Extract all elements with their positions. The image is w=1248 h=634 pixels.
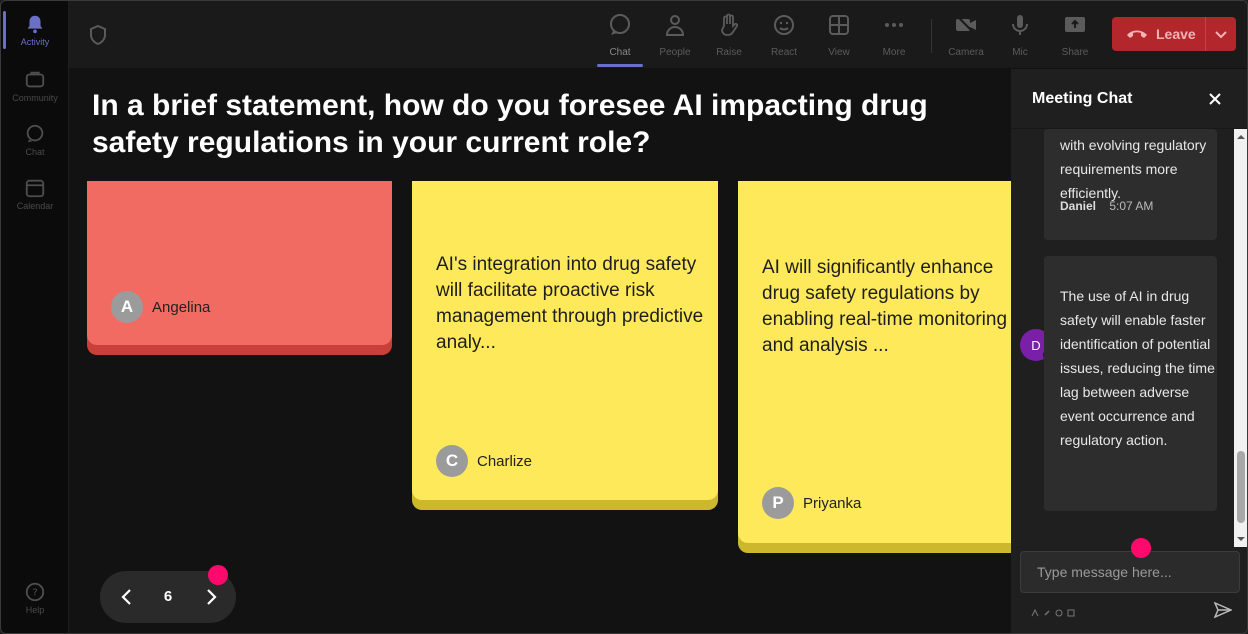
chat-button[interactable]: Chat: [595, 13, 645, 67]
rail-item-chat[interactable]: Chat: [1, 115, 69, 165]
chat-icon: [610, 14, 630, 35]
note-author: C Charlize: [436, 445, 532, 477]
camera-label: Camera: [948, 47, 984, 58]
bell-icon: [27, 15, 43, 34]
react-button[interactable]: React: [759, 13, 809, 63]
rail-item-label: Chat: [25, 147, 45, 157]
rail-item-label: Community: [12, 93, 58, 103]
view-button[interactable]: View: [814, 13, 864, 63]
people-label: People: [659, 47, 691, 58]
rail-item-activity[interactable]: Activity: [1, 5, 69, 55]
emoji-icon[interactable]: [1055, 604, 1063, 617]
close-icon[interactable]: [1207, 91, 1223, 107]
hand-icon: [721, 13, 739, 36]
chat-message-bubble: with evolving regulatory requirements mo…: [1044, 129, 1217, 240]
chevron-right-icon[interactable]: [200, 585, 222, 609]
share-label: Share: [1061, 47, 1089, 58]
help-icon: ?: [25, 582, 45, 602]
community-icon: [25, 71, 45, 88]
scroll-up-icon[interactable]: [1237, 133, 1245, 141]
chat-messages[interactable]: with evolving regulatory requirements mo…: [1011, 129, 1247, 547]
shield-icon[interactable]: [89, 25, 107, 45]
pointer-marker: [1131, 538, 1151, 558]
leave-label: Leave: [1156, 26, 1196, 42]
chevron-down-icon[interactable]: [1214, 27, 1228, 41]
leave-button[interactable]: Leave: [1112, 17, 1236, 51]
send-icon[interactable]: [1214, 601, 1232, 619]
raise-label: Raise: [716, 47, 742, 58]
gif-icon[interactable]: [1067, 604, 1075, 617]
hang-up-icon: [1127, 30, 1147, 38]
svg-text:?: ?: [32, 588, 37, 599]
sender-name: Daniel: [1060, 199, 1097, 213]
message-time: 5:07 AM: [1109, 199, 1154, 213]
chat-message-input[interactable]: [1020, 551, 1240, 593]
smiley-icon: [774, 15, 794, 35]
mic-button[interactable]: Mic: [995, 13, 1045, 63]
note-text: AI's integration into drug safety will f…: [436, 254, 704, 353]
rail-item-help[interactable]: ? Help: [1, 573, 69, 623]
microphone-icon: [1012, 15, 1028, 35]
leave-divider: [1205, 17, 1206, 51]
rail-item-calendar[interactable]: Calendar: [1, 169, 69, 219]
grid-view-icon: [829, 15, 849, 35]
camera-off-icon: [956, 15, 976, 35]
avatar: P: [762, 487, 794, 519]
chevron-left-icon[interactable]: [116, 585, 138, 609]
attach-icon[interactable]: [1043, 604, 1051, 616]
chat-message-bubble: The use of AI in drug safety will enable…: [1044, 256, 1217, 511]
avatar: A: [111, 291, 143, 323]
more-dots-icon: [885, 23, 903, 27]
rail-item-label: Calendar: [16, 201, 54, 211]
camera-button[interactable]: Camera: [941, 13, 991, 63]
chat-message-meta: Daniel 5:07 AM: [1060, 199, 1153, 213]
question-title: In a brief statement, how do you foresee…: [92, 89, 928, 159]
author-name: Charlize: [477, 452, 533, 470]
scroll-down-icon[interactable]: [1237, 535, 1245, 543]
rail-item-label: Activity: [20, 37, 50, 47]
raise-hand-button[interactable]: Raise: [704, 13, 754, 63]
meeting-toolbar: Chat People Raise React View More Camera: [69, 1, 1247, 69]
scrollbar-thumb[interactable]: [1237, 451, 1245, 523]
chat-icon: [26, 124, 44, 143]
left-rail: Activity Community Chat Calendar ? Help: [1, 1, 69, 633]
view-label: View: [828, 47, 850, 58]
page-number: 6: [163, 588, 173, 605]
react-label: React: [770, 47, 798, 58]
note-text: AI will significantly enhance drug safet…: [762, 257, 1008, 356]
active-tab-indicator: [597, 64, 643, 67]
rail-item-community[interactable]: Community: [1, 61, 69, 111]
note-author: P Priyanka: [762, 487, 861, 519]
pointer-marker: [208, 565, 228, 585]
format-toolbar: [1031, 604, 1075, 617]
app-window: Activity Community Chat Calendar ? Help …: [0, 0, 1248, 634]
author-name: Priyanka: [803, 494, 862, 512]
toolbar-divider: [931, 19, 932, 53]
chat-header: Meeting Chat: [1011, 69, 1247, 129]
people-icon: [665, 15, 685, 36]
sticky-note[interactable]: AI will significantly enhance drug safet…: [738, 181, 1011, 553]
share-button[interactable]: Share: [1050, 13, 1100, 63]
sticky-note[interactable]: A Angelina: [87, 181, 392, 355]
chat-scrollbar[interactable]: [1234, 129, 1247, 547]
chat-message-text: The use of AI in drug safety will enable…: [1060, 288, 1215, 448]
board-area: In a brief statement, how do you foresee…: [69, 69, 1011, 633]
author-name: Angelina: [152, 298, 211, 316]
format-icon[interactable]: [1031, 604, 1039, 617]
calendar-icon: [25, 179, 45, 198]
note-author: A Angelina: [111, 291, 210, 323]
chat-title: Meeting Chat: [1032, 90, 1133, 107]
mic-label: Mic: [1012, 47, 1028, 58]
people-button[interactable]: People: [650, 13, 700, 63]
rail-item-label: Help: [25, 605, 45, 615]
share-screen-icon: [1065, 17, 1085, 32]
chat-label: Chat: [609, 47, 631, 58]
sticky-note[interactable]: AI's integration into drug safety will f…: [412, 181, 718, 510]
more-button[interactable]: More: [869, 13, 919, 63]
more-label: More: [882, 47, 906, 58]
avatar: C: [436, 445, 468, 477]
meeting-chat-panel: Meeting Chat with evolving regulatory re…: [1011, 69, 1247, 633]
